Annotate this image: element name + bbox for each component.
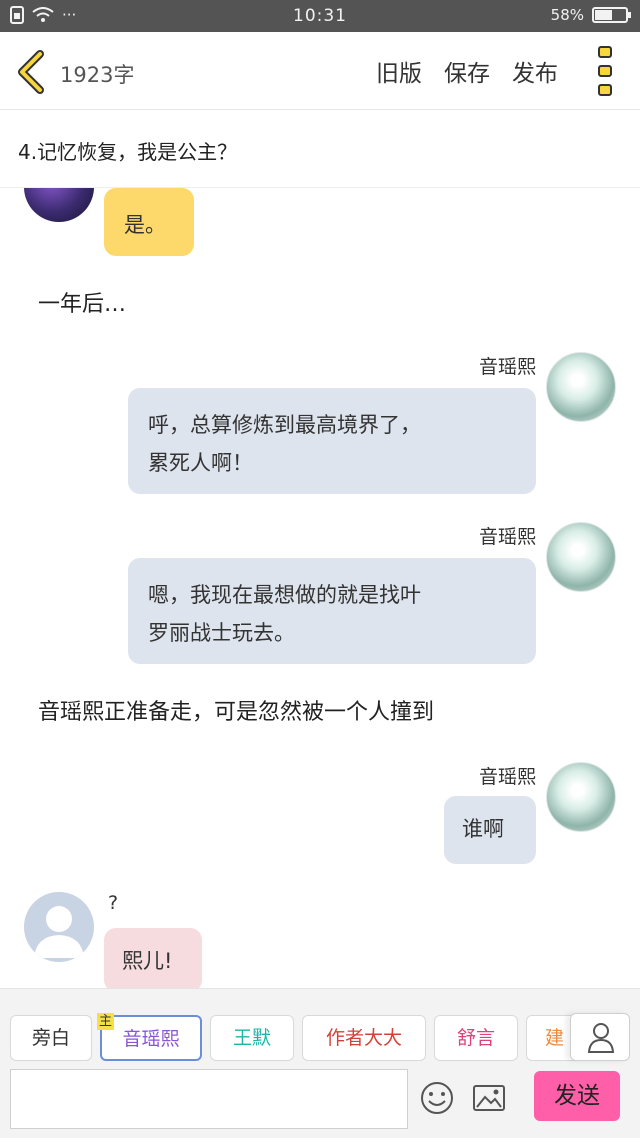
character-label: 建 [545, 1027, 565, 1049]
more-dot-icon [598, 84, 612, 96]
narration-text[interactable]: 音瑶熙正准备走，可是忽然被一个人撞到 [38, 694, 434, 726]
back-button[interactable] [14, 50, 50, 94]
save-button[interactable]: 保存 [444, 54, 490, 88]
speaker-name: 音瑶熙 [478, 356, 536, 378]
message-bubble[interactable]: 是。 [104, 188, 194, 256]
message-text: 嗯，我现在最想做的就是找叶 [148, 583, 421, 607]
composer-bar: 旁白 主 音瑶熙 王默 作者大大 舒言 建 发送 [0, 988, 640, 1138]
default-user-icon [34, 906, 84, 958]
message-text: 累死人啊！ [148, 451, 253, 475]
speaker-name: 音瑶熙 [478, 526, 536, 548]
avatar[interactable] [546, 522, 616, 592]
battery-percent: 58% [550, 6, 584, 24]
status-icons-right: 58% [550, 6, 631, 24]
message-bubble[interactable]: 嗯，我现在最想做的就是找叶 罗丽战士玩去。 [128, 558, 536, 664]
chat-area[interactable]: 是。 一年后… 音瑶熙 呼，总算修炼到最高境界了， 累死人啊！ 音瑶熙 嗯，我现… [0, 188, 640, 988]
message-text: 谁啊 [462, 817, 504, 841]
chevron-left-icon [18, 50, 44, 94]
message-bubble[interactable]: 谁啊 [444, 796, 536, 864]
status-bar: ··· 10:31 58% [0, 0, 640, 32]
character-label: 舒言 [456, 1027, 495, 1049]
character-label: 王默 [232, 1027, 271, 1049]
message-text: 呼，总算修炼到最高境界了， [148, 413, 421, 437]
more-menu-button[interactable] [598, 46, 614, 96]
more-dot-icon [598, 65, 612, 77]
message-bubble[interactable]: 呼，总算修炼到最高境界了， 累死人啊！ [128, 388, 536, 494]
character-tab-shuyan[interactable]: 舒言 [434, 1015, 518, 1061]
emoji-button[interactable] [418, 1079, 456, 1117]
character-tab-narrator[interactable]: 旁白 [10, 1015, 92, 1061]
message-text: 是。 [124, 213, 166, 237]
message-bubble[interactable]: 熙儿! [104, 928, 202, 988]
battery-level-fill [595, 10, 612, 20]
publish-button[interactable]: 发布 [512, 54, 558, 88]
header-actions: 旧版 保存 发布 [376, 54, 558, 88]
picture-icon [473, 1085, 505, 1111]
speaker-name: 音瑶熙 [478, 766, 536, 788]
main-character-badge: 主 [97, 1013, 115, 1030]
character-label: 作者大大 [325, 1027, 402, 1049]
avatar[interactable] [24, 892, 94, 962]
chapter-title[interactable]: 4.记忆恢复，我是公主？ [0, 110, 640, 188]
avatar[interactable] [546, 762, 616, 832]
narration-text[interactable]: 一年后… [38, 286, 126, 318]
editor-header: 1923字 旧版 保存 发布 [0, 32, 640, 110]
message-text: 罗丽战士玩去。 [148, 621, 295, 645]
character-tab-author[interactable]: 作者大大 [302, 1015, 426, 1061]
person-icon [587, 1023, 615, 1053]
message-input[interactable] [10, 1069, 408, 1129]
word-count: 1923字 [60, 63, 135, 87]
add-character-button[interactable] [570, 1013, 630, 1061]
old-version-button[interactable]: 旧版 [376, 54, 422, 88]
clock: 10:31 [293, 6, 347, 26]
battery-icon [592, 7, 631, 23]
avatar[interactable] [24, 188, 94, 222]
smiley-icon [421, 1082, 453, 1114]
message-text: 熙儿! [122, 949, 173, 973]
speaker-name: ? [108, 892, 119, 914]
character-tab-wangmo[interactable]: 王默 [210, 1015, 294, 1061]
character-label: 音瑶熙 [122, 1028, 180, 1050]
send-button[interactable]: 发送 [534, 1071, 620, 1121]
character-label: 旁白 [31, 1027, 70, 1049]
more-dot-icon [598, 46, 612, 58]
avatar[interactable] [546, 352, 616, 422]
character-tab-yinyaoxi[interactable]: 主 音瑶熙 [97, 1013, 202, 1061]
image-button[interactable] [470, 1079, 508, 1117]
